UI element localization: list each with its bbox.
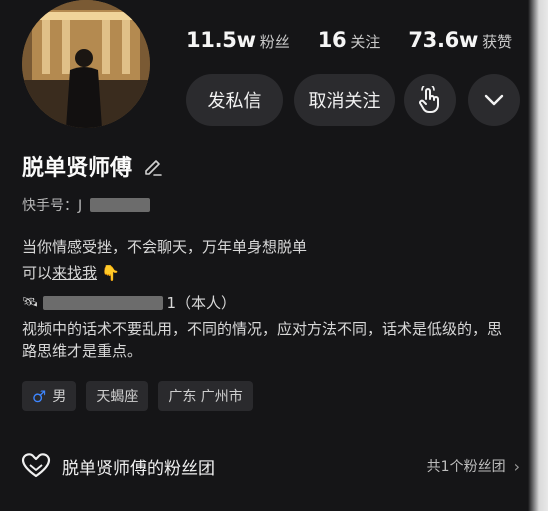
hand-tap-icon <box>419 86 439 113</box>
avatar-photo <box>22 0 150 128</box>
stat-following[interactable]: 16 关注 <box>318 28 381 52</box>
tag-zodiac: 天蝎座 <box>86 381 149 411</box>
fan-club-count-label: 共1个粉丝团 <box>426 459 506 475</box>
stat-label: 粉丝 <box>259 33 290 51</box>
fan-club-row[interactable]: 脱单贤师傅的粉丝团 共1个粉丝团 › <box>20 453 520 479</box>
scrollbar-edge <box>528 0 548 511</box>
tag-location: 广东 广州市 <box>158 381 253 411</box>
bio-line-3: 🛰 1（本人） <box>22 292 236 314</box>
bio-line-2: 可以 来找我 👇 <box>22 262 120 284</box>
pointing-down-icon: 👇 <box>101 264 120 282</box>
bio-text: 1（本人） <box>166 294 237 312</box>
avatar[interactable] <box>22 0 150 128</box>
poke-button[interactable] <box>404 74 456 126</box>
stat-value: 16 <box>317 28 347 52</box>
profile-tags: ♂ 男 天蝎座 广东 广州市 <box>22 381 263 411</box>
satellite-icon: 🛰 <box>22 295 39 310</box>
bio-line-4: 视频中的话术不要乱用，不同的情况，应对方法不同，话术是低级的，思路思维才是重点。 <box>22 320 503 360</box>
fan-club-title: 脱单贤师傅的粉丝团 <box>62 458 215 479</box>
stat-likes[interactable]: 73.6w 获赞 <box>408 28 512 52</box>
stat-label: 关注 <box>350 33 381 51</box>
chevron-right-icon: › <box>513 456 520 476</box>
male-icon: ♂ <box>32 386 47 406</box>
edit-remark-icon[interactable] <box>142 155 164 177</box>
stat-value: 11.5w <box>186 28 256 52</box>
heart-hands-icon <box>21 453 51 478</box>
more-button[interactable] <box>468 74 520 126</box>
tag-label: 男 <box>52 389 67 405</box>
kuaishou-id-label: 快手号：J <box>22 198 83 214</box>
send-message-button[interactable]: 发私信 <box>186 74 283 126</box>
fan-club-count[interactable]: 共1个粉丝团 › <box>427 456 520 476</box>
profile-name-row: 脱单贤师傅 <box>22 150 164 182</box>
tag-gender: ♂ 男 <box>22 381 77 411</box>
stat-label: 获赞 <box>482 33 513 51</box>
stat-value: 73.6w <box>408 28 479 52</box>
kuaishou-id[interactable]: 快手号：J <box>22 195 151 215</box>
redacted-contact <box>42 296 163 310</box>
bio-line-1: 当你情感受挫，不会聊天，万年单身想脱单 <box>22 238 308 256</box>
profile-stats: 11.5w 粉丝 16 关注 73.6w 获赞 <box>186 28 540 52</box>
unfollow-button[interactable]: 取消关注 <box>294 74 395 126</box>
chevron-down-icon <box>484 94 504 106</box>
contact-link[interactable]: 来找我 <box>52 262 97 284</box>
redacted-id <box>90 198 151 212</box>
profile-name: 脱单贤师傅 <box>22 156 133 181</box>
stat-followers[interactable]: 11.5w 粉丝 <box>186 28 290 52</box>
bio-text: 可以 <box>22 264 53 282</box>
